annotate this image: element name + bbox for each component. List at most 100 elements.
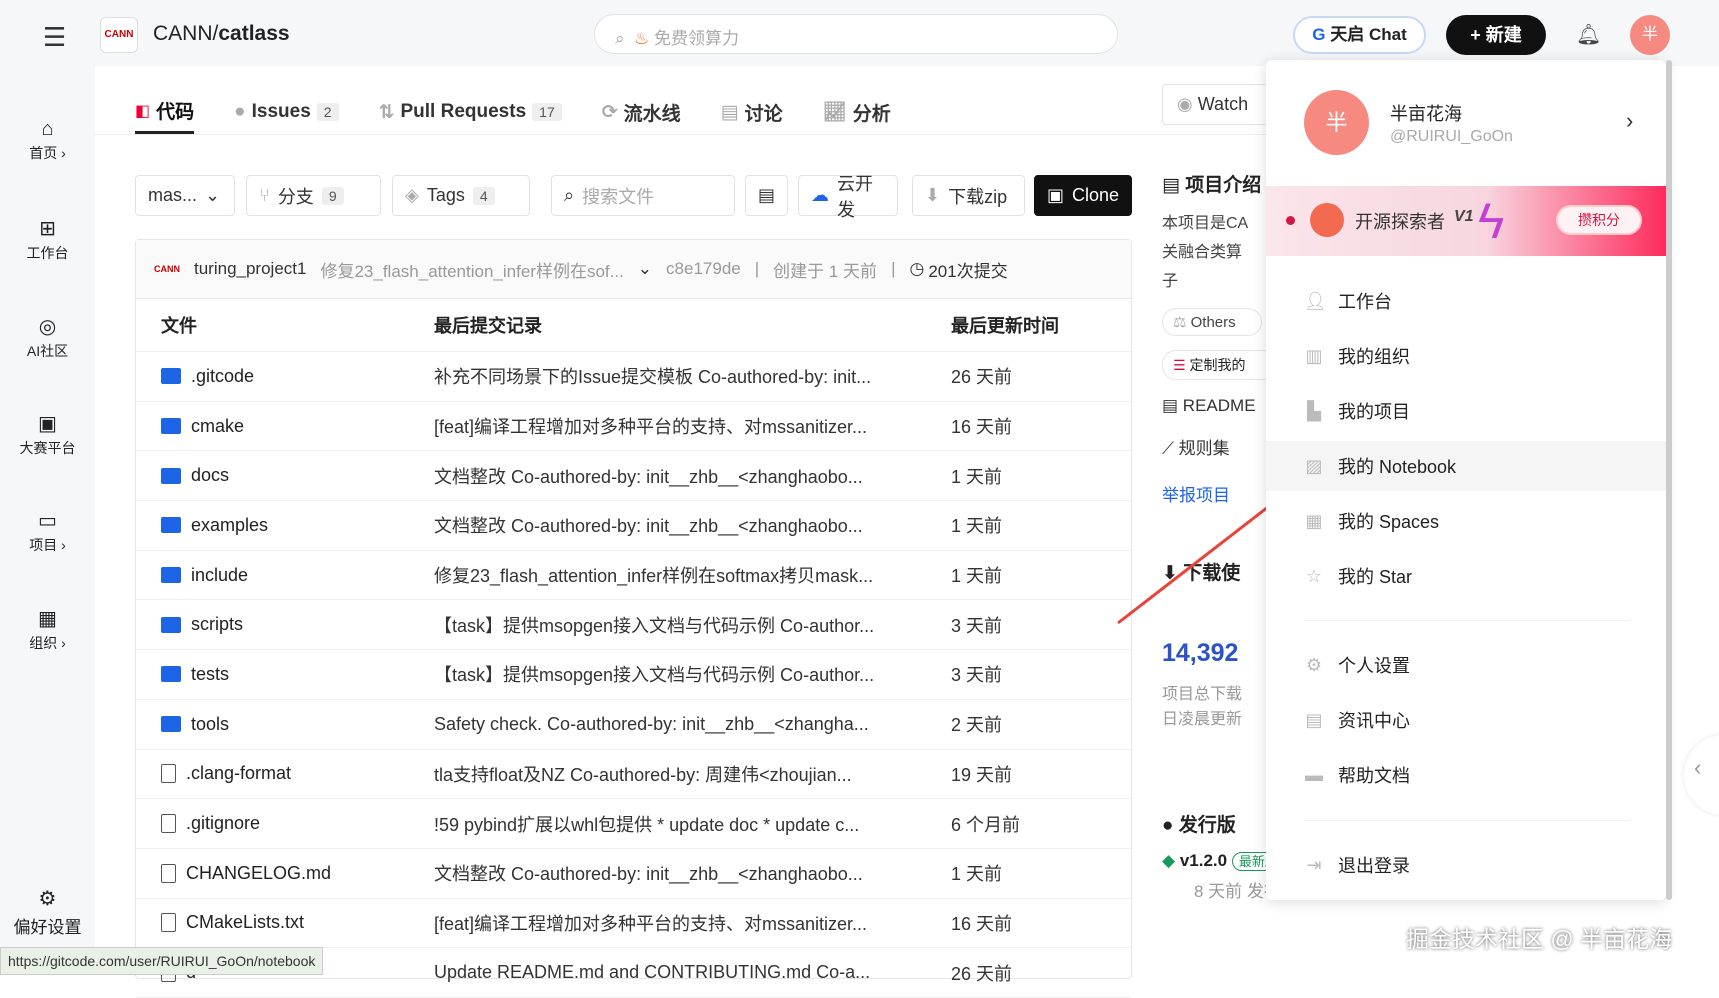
file-name[interactable]: .gitignore xyxy=(186,813,260,834)
sidebar-item-workbench[interactable]: ⊞ 工作台 xyxy=(0,216,95,263)
commit-message[interactable]: 文档整改 Co-authored-by: init__zhb__<zhangha… xyxy=(434,512,931,538)
commit-message[interactable]: [feat]编译工程增加对多种平台的支持、对mssanitizer... xyxy=(434,413,931,439)
sidebar-item-orgs[interactable]: ▦ 组织 › xyxy=(0,606,95,653)
earn-points-button[interactable]: 攒积分 xyxy=(1556,205,1642,235)
menu-item-gear[interactable]: ⚙ 个人设置 xyxy=(1304,640,1634,690)
table-row[interactable]: scripts 【task】提供msopgen接入文档与代码示例 Co-auth… xyxy=(136,600,1131,651)
repo-name[interactable]: catlass xyxy=(218,22,289,45)
file-name[interactable]: tools xyxy=(191,714,229,735)
file-name[interactable]: tests xyxy=(191,664,229,685)
file-name[interactable]: scripts xyxy=(191,614,243,635)
file-name[interactable]: examples xyxy=(191,515,268,536)
table-row[interactable]: CHANGELOG.md 文档整改 Co-authored-by: init__… xyxy=(136,849,1131,899)
table-row[interactable]: .gitcode 补充不同场景下的Issue提交模板 Co-authored-b… xyxy=(136,352,1131,402)
commit-message[interactable]: 【task】提供msopgen接入文档与代码示例 Co-author... xyxy=(434,612,931,638)
table-row[interactable]: tools Safety check. Co-authored-by: init… xyxy=(136,700,1131,750)
tab-pipeline[interactable]: ⟳ 流水线 xyxy=(602,90,681,134)
commit-message[interactable]: Update README.md and CONTRIBUTING.md Co-… xyxy=(434,962,931,983)
commit-message[interactable]: 修复23_flash_attention_infer样例在sof... xyxy=(320,257,623,282)
commit-message[interactable]: 文档整改 Co-authored-by: init__zhb__<zhangha… xyxy=(434,463,931,489)
sidebar-item-ai[interactable]: ◎ AI社区 xyxy=(0,314,95,361)
menu-item-star[interactable]: ☆ 我的 Star xyxy=(1304,551,1634,601)
tab-pull-requests[interactable]: ⇅ Pull Requests 17 xyxy=(379,90,562,134)
commit-hash[interactable]: c8e179de xyxy=(666,259,741,279)
cloud-dev-button[interactable]: ☁ 云开发 xyxy=(798,174,898,220)
update-time: 1 天前 xyxy=(951,864,1003,885)
rules-link[interactable]: ⟋ 规则集 xyxy=(1162,434,1272,459)
watch-button[interactable]: ◉ Watch xyxy=(1162,84,1282,125)
user-name[interactable]: 半亩花海 xyxy=(1390,100,1462,126)
branch-select[interactable]: mas... ⌄ xyxy=(135,175,235,216)
sidebar-item-home[interactable]: ⌂ 首页 › xyxy=(0,118,95,163)
collapse-panel-button[interactable]: ‹ xyxy=(1684,735,1719,815)
commit-author[interactable]: turing_project1 xyxy=(194,259,306,279)
chevron-right-icon[interactable]: › xyxy=(1626,108,1633,134)
commit-message[interactable]: 【task】提供msopgen接入文档与代码示例 Co-author... xyxy=(434,661,931,687)
avatar[interactable]: 半 xyxy=(1630,15,1670,55)
menu-item-user[interactable]: 👤︎ 工作台 xyxy=(1304,276,1634,326)
info-icon: ● xyxy=(1162,815,1174,836)
global-search-input[interactable]: ⌕ ♨ 免费领算力 xyxy=(594,14,1118,54)
chevron-down-icon[interactable]: ⌄ xyxy=(638,259,652,279)
table-row[interactable]: CMakeLists.txt [feat]编译工程增加对多种平台的支持、对mss… xyxy=(136,899,1131,949)
file-name[interactable]: CHANGELOG.md xyxy=(186,863,331,884)
file-name[interactable]: docs xyxy=(191,465,229,486)
tab-issues[interactable]: ● Issues 2 xyxy=(234,90,339,134)
commit-message[interactable]: 文档整改 Co-authored-by: init__zhb__<zhangha… xyxy=(434,860,931,886)
table-row[interactable]: cmake [feat]编译工程增加对多种平台的支持、对mssanitizer.… xyxy=(136,402,1131,452)
sidebar-item-contest[interactable]: ▣ 大赛平台 xyxy=(0,411,95,458)
tab-code[interactable]: ◧ 代码 xyxy=(135,90,195,134)
table-row[interactable]: include 修复23_flash_attention_infer样例在sof… xyxy=(136,551,1131,601)
license-badge[interactable]: ⚖ Others xyxy=(1162,308,1262,336)
menu-item-logout[interactable]: ⇥ 退出登录 xyxy=(1304,840,1634,890)
commit-message[interactable]: 修复23_flash_attention_infer样例在softmax拷贝ma… xyxy=(434,562,931,588)
file-search-input[interactable]: ⌕ 搜索文件 xyxy=(551,175,735,216)
bell-icon[interactable]: 🔔︎ xyxy=(1576,22,1601,47)
new-button[interactable]: + 新建 xyxy=(1446,15,1546,55)
owner-name[interactable]: CANN/ xyxy=(153,22,218,45)
table-row[interactable]: docs 文档整改 Co-authored-by: init__zhb__<zh… xyxy=(136,451,1131,502)
file-name[interactable]: .clang-format xyxy=(186,763,291,784)
commit-message[interactable]: !59 pybind扩展以whl包提供 * update doc * updat… xyxy=(434,811,931,837)
readme-link[interactable]: ▤ README xyxy=(1162,396,1272,416)
commit-message[interactable]: Safety check. Co-authored-by: init__zhb_… xyxy=(434,714,931,735)
repo-breadcrumb[interactable]: CANN/catlass xyxy=(153,22,290,46)
file-name[interactable]: .gitcode xyxy=(191,366,254,387)
org-logo[interactable]: CANN xyxy=(100,17,138,53)
table-row[interactable]: .clang-format tla支持float及NZ Co-authored-… xyxy=(136,750,1131,800)
sidebar-item-settings[interactable]: ⚙ 偏好设置 xyxy=(0,886,95,938)
menu-item-news[interactable]: ▤ 资讯中心 xyxy=(1304,695,1634,745)
sidebar-item-projects[interactable]: ▭ 项目 › xyxy=(0,508,95,555)
release-item[interactable]: ◆ v1.2.0 最新版本 xyxy=(1162,851,1272,871)
report-link[interactable]: 举报项目 xyxy=(1162,481,1272,506)
scrollbar[interactable] xyxy=(1666,60,1672,900)
clone-button[interactable]: ▣ Clone xyxy=(1034,175,1132,216)
file-name[interactable]: cmake xyxy=(191,416,244,437)
commit-message[interactable]: 补充不同场景下的Issue提交模板 Co-authored-by: init..… xyxy=(434,363,931,389)
menu-item-spaces[interactable]: ▦ 我的 Spaces xyxy=(1304,496,1634,546)
table-row[interactable]: examples 文档整改 Co-authored-by: init__zhb_… xyxy=(136,501,1131,551)
download-zip-button[interactable]: ⬇ 下载zip xyxy=(912,175,1025,216)
dropdown-avatar[interactable]: 半 xyxy=(1304,90,1369,155)
table-row[interactable]: tests 【task】提供msopgen接入文档与代码示例 Co-author… xyxy=(136,650,1131,700)
menu-item-org[interactable]: ▥ 我的组织 xyxy=(1304,331,1634,381)
commit-count[interactable]: 201次提交 xyxy=(928,257,1007,282)
repo-tabs: ◧ 代码 ● Issues 2 ⇅ Pull Requests 17 ⟳ 流水线 ▤ 讨论 📈… xyxy=(135,90,891,134)
file-name[interactable]: include xyxy=(191,565,248,586)
menu-icon[interactable]: ☰ xyxy=(43,22,66,53)
terminal-button[interactable]: ▤ xyxy=(745,175,788,216)
tab-analysis[interactable]: 📈︎ 分析 xyxy=(823,90,891,134)
branches-button[interactable]: ⑂ 分支 9 xyxy=(246,175,381,216)
menu-item-project[interactable]: ▙ 我的项目 xyxy=(1304,386,1634,436)
tags-button[interactable]: ◈ Tags 4 xyxy=(392,175,530,216)
customize-button[interactable]: ☰ 定制我的 xyxy=(1162,350,1272,380)
chat-button[interactable]: G 天启 Chat xyxy=(1293,16,1426,54)
commit-message[interactable]: tla支持float及NZ Co-authored-by: 周建伟<zhouji… xyxy=(434,761,931,787)
menu-item-help[interactable]: ▬ 帮助文档 xyxy=(1304,750,1634,800)
commit-message[interactable]: [feat]编译工程增加对多种平台的支持、对mssanitizer... xyxy=(434,910,931,936)
file-name[interactable]: CMakeLists.txt xyxy=(186,912,304,933)
menu-item-notebook[interactable]: ▨ 我的 Notebook xyxy=(1266,441,1666,491)
tab-discussion[interactable]: ▤ 讨论 xyxy=(721,90,783,134)
badge-banner[interactable]: 开源探索者 V1 ϟ 攒积分 xyxy=(1266,186,1666,256)
table-row[interactable]: .gitignore !59 pybind扩展以whl包提供 * update … xyxy=(136,799,1131,849)
